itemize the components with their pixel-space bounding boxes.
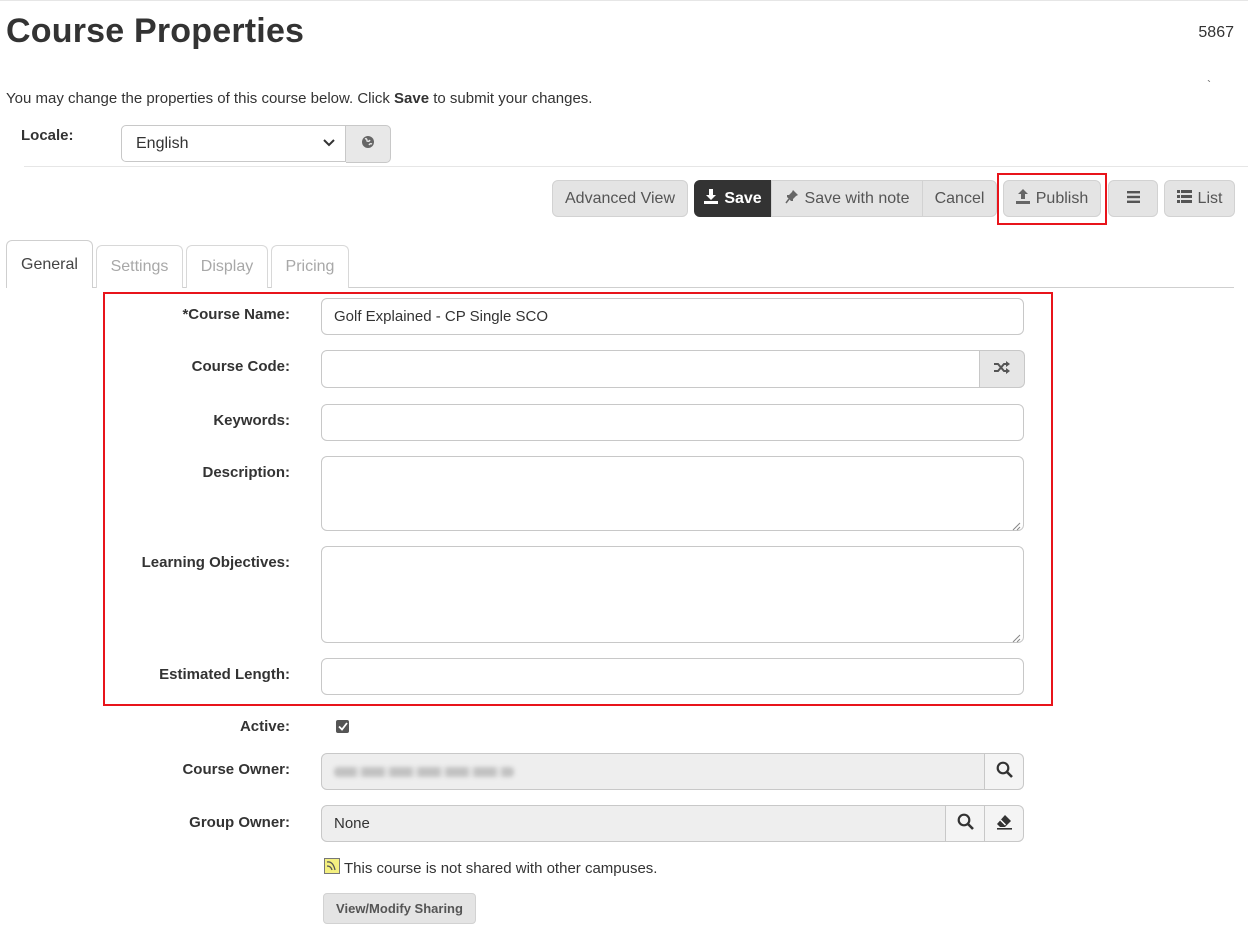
hamburger-icon	[1126, 190, 1140, 208]
group-owner-value: None	[334, 815, 370, 832]
sharing-note: This course is not shared with other cam…	[324, 858, 657, 878]
cancel-label: Cancel	[934, 189, 985, 207]
course-owner-group	[321, 753, 1024, 790]
course-name-value: Golf Explained - CP Single SCO	[334, 308, 548, 325]
search-icon	[957, 813, 974, 834]
keywords-input[interactable]	[321, 404, 1024, 441]
tab-general[interactable]: General	[6, 240, 93, 288]
clear-group-button[interactable]	[985, 805, 1024, 842]
campus-icon	[324, 858, 340, 878]
learning-objectives-textarea[interactable]	[321, 546, 1024, 643]
course-code-input[interactable]	[321, 350, 980, 388]
estimated-length-input[interactable]	[321, 658, 1024, 695]
chevron-down-icon	[323, 138, 335, 150]
tab-display[interactable]: Display	[186, 245, 268, 288]
keywords-label: Keywords:	[213, 412, 290, 429]
intro-before: You may change the properties of this co…	[6, 90, 394, 107]
generate-code-button[interactable]	[980, 350, 1025, 388]
top-border	[0, 0, 1248, 1]
search-owner-button[interactable]	[985, 753, 1024, 790]
intro-text: You may change the properties of this co…	[6, 90, 592, 107]
description-textarea[interactable]	[321, 456, 1024, 531]
search-icon	[996, 761, 1013, 782]
intro-save-word: Save	[394, 90, 430, 107]
view-modify-sharing-button[interactable]: View/Modify Sharing	[323, 893, 476, 924]
group-owner-input: None	[321, 805, 946, 842]
save-button[interactable]: Save	[694, 180, 772, 217]
course-code-label: Course Code:	[191, 358, 290, 375]
cancel-button[interactable]: Cancel	[922, 180, 997, 217]
intro-after: to submit your changes.	[429, 90, 593, 107]
eraser-icon	[996, 814, 1013, 834]
search-group-button[interactable]	[946, 805, 985, 842]
list-button[interactable]: List	[1164, 180, 1235, 217]
advanced-view-label: Advanced View	[565, 189, 675, 207]
pin-icon	[784, 189, 799, 209]
locale-selected-value: English	[136, 134, 189, 152]
resize-grip-icon[interactable]	[1011, 518, 1021, 531]
course-name-label: *Course Name:	[182, 306, 290, 323]
course-id: 5867	[1198, 24, 1234, 41]
resize-grip-icon[interactable]	[1011, 630, 1021, 643]
save-with-note-button[interactable]: Save with note	[771, 180, 923, 217]
globe-icon	[361, 135, 375, 153]
description-label: Description:	[202, 464, 290, 481]
checkmark-icon	[337, 718, 348, 735]
locale-select[interactable]: English	[121, 125, 346, 162]
publish-highlight-box	[997, 173, 1107, 225]
download-icon	[704, 188, 719, 209]
tab-settings[interactable]: Settings	[96, 245, 183, 288]
course-code-group	[321, 350, 1025, 388]
active-label: Active:	[239, 718, 290, 735]
tab-pricing[interactable]: Pricing	[271, 245, 349, 288]
divider	[24, 166, 1248, 167]
menu-button[interactable]	[1108, 180, 1158, 217]
stray-mark: `	[1207, 78, 1211, 92]
shuffle-icon	[993, 360, 1011, 378]
save-with-note-label: Save with note	[804, 189, 910, 207]
estimated-length-label: Estimated Length:	[159, 666, 290, 683]
page-title: Course Properties	[6, 12, 305, 50]
list-label: List	[1197, 189, 1223, 207]
course-name-input[interactable]: Golf Explained - CP Single SCO	[321, 298, 1024, 335]
active-checkbox[interactable]	[336, 720, 349, 733]
globe-button[interactable]	[346, 125, 391, 163]
advanced-view-button[interactable]: Advanced View	[552, 180, 688, 217]
course-owner-input	[321, 753, 985, 790]
learning-objectives-label: Learning Objectives:	[141, 554, 290, 571]
course-owner-label: Course Owner:	[182, 761, 290, 778]
list-icon	[1176, 189, 1192, 208]
locale-group: English	[121, 125, 391, 163]
save-label: Save	[724, 189, 762, 207]
sharing-note-text: This course is not shared with other cam…	[344, 859, 658, 877]
group-owner-group: None	[321, 805, 1024, 842]
locale-label: Locale:	[21, 127, 74, 144]
group-owner-label: Group Owner:	[189, 814, 290, 831]
redacted-owner-name	[334, 766, 514, 777]
